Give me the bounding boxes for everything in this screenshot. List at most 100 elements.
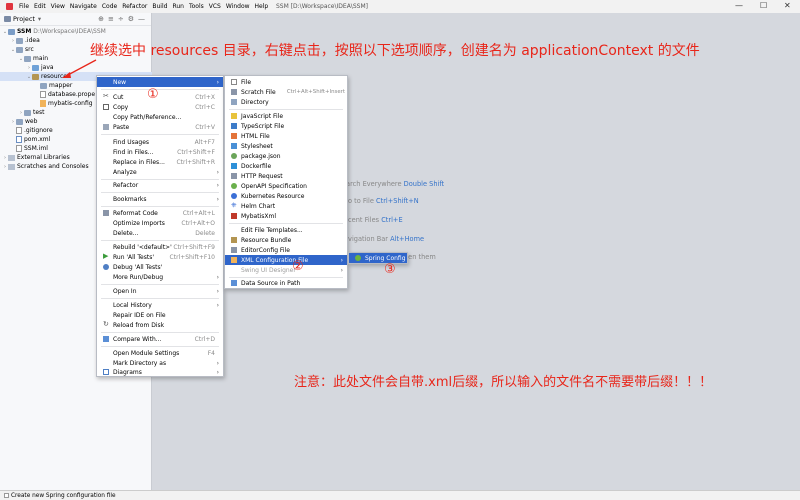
npm-icon	[231, 153, 237, 159]
new-submenu: File Scratch File Ctrl+Alt+Shift+Insert …	[224, 75, 348, 289]
new-kubernetes-item[interactable]: Kubernetes Resource	[225, 191, 347, 201]
expand-icon[interactable]: ÷	[118, 15, 124, 23]
close-window-button[interactable]: ✕	[784, 1, 791, 10]
new-file-item[interactable]: File	[225, 77, 347, 87]
tree-item-web[interactable]: › web	[10, 117, 37, 126]
menu-vcs[interactable]: VCS	[209, 3, 221, 10]
menu-item-delete[interactable]: Delete... Delete	[97, 228, 223, 238]
menu-item-analyze[interactable]: Analyze ›	[97, 167, 223, 177]
menu-item-find-in-files[interactable]: Find in Files... Ctrl+Shift+F	[97, 147, 223, 157]
editorconfig-icon	[231, 247, 237, 253]
locate-icon[interactable]: ⊕	[98, 15, 104, 23]
new-helm-chart-item[interactable]: ⎈ Helm Chart	[225, 201, 347, 211]
xml-configuration-submenu: Spring Config	[348, 252, 408, 264]
project-path: D:\Workspace\IDEA\SSM	[33, 28, 106, 35]
annotation-instruction: 继续选中 resources 目录，右键点击，按照以下选项顺序，创建名为 app…	[90, 43, 700, 59]
new-mybatisxml-item[interactable]: MybatisXml	[225, 211, 347, 221]
new-javascript-file-item[interactable]: JavaScript File	[225, 111, 347, 121]
minimize-button[interactable]: —	[735, 1, 743, 10]
menu-item-replace-in-files[interactable]: Replace in Files... Ctrl+Shift+R	[97, 157, 223, 167]
tree-item-idea[interactable]: › .idea	[10, 36, 40, 45]
hint-goto-file: o to File Ctrl+Shift+N	[348, 197, 419, 205]
menu-item-diagrams[interactable]: Diagrams ›	[97, 367, 223, 377]
edit-file-templates-item[interactable]: Edit File Templates...	[225, 225, 347, 235]
tree-item-scratches[interactable]: › Scratches and Consoles	[2, 162, 89, 171]
cut-icon: ✂	[103, 92, 109, 100]
new-html-file-item[interactable]: HTML File	[225, 131, 347, 141]
menu-item-new[interactable]: New ›	[97, 77, 223, 87]
menu-item-refactor[interactable]: Refactor ›	[97, 180, 223, 190]
menu-navigate[interactable]: Navigate	[70, 3, 97, 10]
menu-help[interactable]: Help	[255, 3, 269, 10]
openapi-icon	[231, 183, 237, 189]
new-resource-bundle-item[interactable]: Resource Bundle	[225, 235, 347, 245]
tree-item-src[interactable]: ⌄ src	[10, 45, 34, 54]
project-panel-title[interactable]: Project	[13, 15, 35, 23]
gear-icon[interactable]: ⚙	[128, 15, 134, 23]
menu-item-open-in[interactable]: Open In ›	[97, 286, 223, 296]
menu-item-bookmarks[interactable]: Bookmarks ›	[97, 194, 223, 204]
menu-item-module-settings[interactable]: Open Module Settings F4	[97, 348, 223, 358]
new-directory-item[interactable]: Directory	[225, 97, 347, 107]
menu-item-repair-ide[interactable]: Repair IDE on File	[97, 310, 223, 320]
chevron-down-icon[interactable]: ▾	[38, 15, 41, 23]
spring-config-item[interactable]: Spring Config	[349, 253, 407, 263]
tree-item-pom[interactable]: pom.xml	[16, 135, 50, 144]
menu-refactor[interactable]: Refactor	[122, 3, 147, 10]
tree-item-ssm[interactable]: ⌄ SSM D:\Workspace\IDEA\SSM	[2, 27, 106, 36]
new-data-source-in-path-item[interactable]: Data Source in Path	[225, 278, 347, 288]
menu-item-copy[interactable]: Copy Ctrl+C	[97, 102, 223, 112]
reload-icon: ↻	[103, 320, 109, 328]
maximize-button[interactable]: ☐	[760, 1, 767, 10]
paste-icon	[103, 124, 109, 130]
menu-item-find-usages[interactable]: Find Usages Alt+F7	[97, 137, 223, 147]
new-dockerfile-item[interactable]: Dockerfile	[225, 161, 347, 171]
menu-build[interactable]: Build	[152, 3, 167, 10]
tree-item-iml[interactable]: SSM.iml	[16, 144, 48, 153]
new-typescript-file-item[interactable]: TypeScript File	[225, 121, 347, 131]
new-swing-ui-designer-item[interactable]: Swing UI Designer ›	[225, 265, 347, 275]
menu-code[interactable]: Code	[102, 3, 117, 10]
new-http-request-item[interactable]: HTTP Request	[225, 171, 347, 181]
new-scratch-file-item[interactable]: Scratch File Ctrl+Alt+Shift+Insert	[225, 87, 347, 97]
menu-item-reload-from-disk[interactable]: ↻ Reload from Disk	[97, 320, 223, 330]
annotation-note: 注意：此处文件会自带.xml后缀，所以输入的文件名不需要带后缀！！！	[294, 375, 713, 390]
new-package-json-item[interactable]: package.json	[225, 151, 347, 161]
menu-item-reformat-code[interactable]: Reformat Code Ctrl+Alt+L	[97, 208, 223, 218]
chevron-right-icon: ›	[216, 368, 219, 376]
menu-item-rebuild[interactable]: Rebuild '<default>' Ctrl+Shift+F9	[97, 242, 223, 252]
maven-file-icon	[16, 136, 22, 143]
menu-run[interactable]: Run	[172, 3, 184, 10]
menu-item-optimize-imports[interactable]: Optimize Imports Ctrl+Alt+O	[97, 218, 223, 228]
hide-icon[interactable]: —	[138, 15, 145, 23]
new-openapi-item[interactable]: OpenAPI Specification	[225, 181, 347, 191]
tree-item-main[interactable]: ⌄ main	[18, 54, 48, 63]
collapse-icon[interactable]: ≡	[108, 15, 114, 23]
menu-item-copy-path[interactable]: Copy Path/Reference...	[97, 112, 223, 122]
tree-item-database-properties[interactable]: database.prope	[40, 90, 95, 99]
menu-item-run-all-tests[interactable]: ▶ Run 'All Tests' Ctrl+Shift+F10	[97, 252, 223, 262]
menu-edit[interactable]: Edit	[34, 3, 46, 10]
new-xml-configuration-file-item[interactable]: XML Configuration File ›	[225, 255, 347, 265]
menu-item-debug-all-tests[interactable]: Debug 'All Tests'	[97, 262, 223, 272]
tree-item-java[interactable]: › java	[26, 63, 54, 72]
menu-bar: File Edit View Navigate Code Refactor Bu…	[0, 0, 800, 13]
tree-item-test[interactable]: › test	[18, 108, 45, 117]
mybatis-icon	[231, 213, 237, 219]
menu-item-cut[interactable]: ✂ Cut Ctrl+X	[97, 92, 223, 102]
new-editorconfig-item[interactable]: EditorConfig File	[225, 245, 347, 255]
menu-item-more-run-debug[interactable]: More Run/Debug ›	[97, 272, 223, 282]
tree-item-mybatis-config[interactable]: mybatis-config	[40, 99, 93, 108]
menu-file[interactable]: File	[19, 3, 29, 10]
tree-item-external-libraries[interactable]: › External Libraries	[2, 153, 70, 162]
menu-item-paste[interactable]: Paste Ctrl+V	[97, 122, 223, 132]
menu-item-local-history[interactable]: Local History ›	[97, 300, 223, 310]
menu-tools[interactable]: Tools	[189, 3, 204, 10]
menu-view[interactable]: View	[51, 3, 65, 10]
new-stylesheet-item[interactable]: Stylesheet	[225, 141, 347, 151]
menu-item-compare-with[interactable]: Compare With... Ctrl+D	[97, 334, 223, 344]
tree-item-gitignore[interactable]: .gitignore	[16, 126, 53, 135]
tree-item-mapper[interactable]: mapper	[40, 81, 72, 90]
menu-window[interactable]: Window	[226, 3, 250, 10]
chevron-right-icon: ›	[340, 256, 343, 264]
